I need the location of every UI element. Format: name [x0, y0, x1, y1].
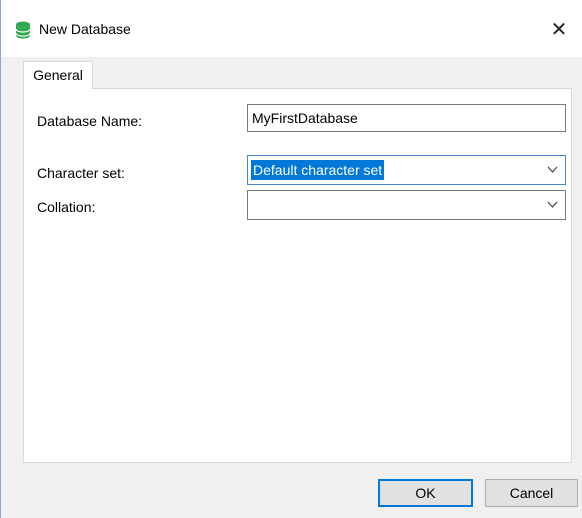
close-icon[interactable]: ✕: [546, 16, 572, 42]
collation-value: [251, 195, 255, 215]
database-name-label: Database Name:: [37, 113, 143, 129]
ok-button[interactable]: OK: [378, 479, 473, 507]
database-icon: [15, 21, 31, 39]
title-bar: New Database ✕: [1, 0, 582, 57]
character-set-select[interactable]: Default character set: [247, 155, 566, 185]
window-title: New Database: [39, 21, 131, 37]
character-set-label: Character set:: [37, 165, 125, 181]
chevron-down-icon: [547, 201, 558, 208]
chevron-down-icon: [547, 166, 558, 173]
new-database-dialog: New Database ✕ General Database Name: My…: [0, 0, 582, 518]
database-name-input[interactable]: MyFirstDatabase: [247, 104, 566, 132]
cancel-button[interactable]: Cancel: [485, 479, 578, 507]
general-panel: [23, 88, 572, 463]
collation-select[interactable]: [247, 190, 566, 220]
tab-general[interactable]: General: [23, 61, 93, 89]
character-set-value: Default character set: [251, 160, 385, 180]
collation-label: Collation:: [37, 199, 96, 215]
